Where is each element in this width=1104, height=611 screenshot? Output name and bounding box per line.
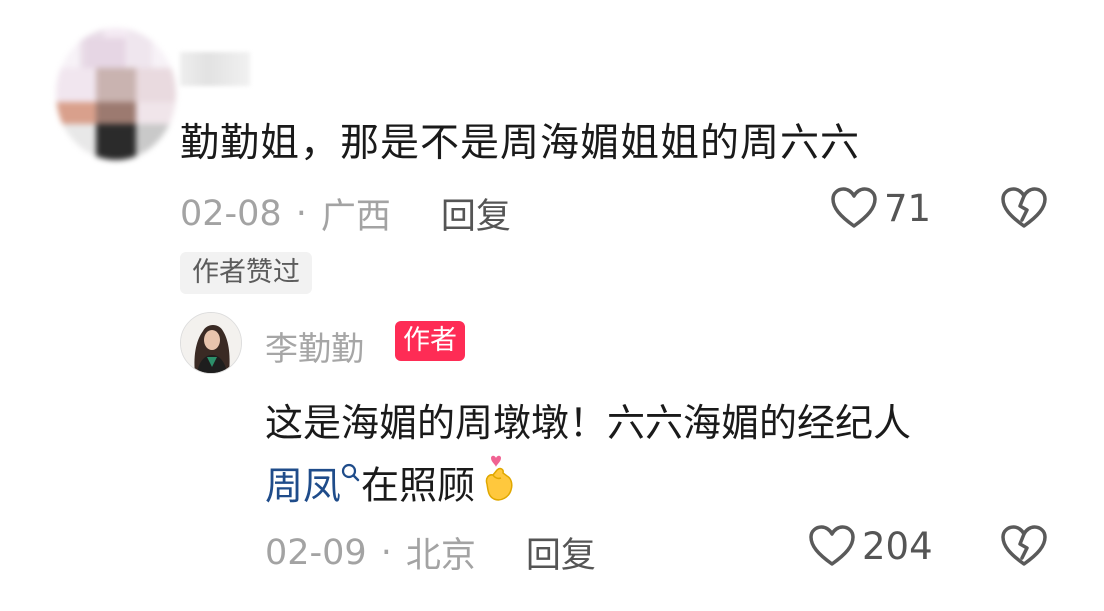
like-count: 71 [884, 186, 932, 230]
heart-outline-icon [809, 525, 855, 566]
meta-separator: · [380, 532, 392, 573]
author-avatar[interactable] [180, 312, 242, 374]
reply-date: 02-09 [265, 532, 367, 573]
author-badge: 作者 [395, 321, 465, 361]
broken-heart-icon [1001, 187, 1047, 228]
like-count: 204 [862, 524, 933, 568]
mention-text: 周凤 [265, 463, 342, 508]
reply-meta: 02-09 · 北京 回复 [265, 527, 596, 578]
heart-outline-icon [831, 187, 877, 228]
reply-location: 北京 [405, 536, 476, 576]
comment-meta: 02-08 · 广西 回复 [180, 188, 511, 239]
broken-heart-icon [1001, 525, 1047, 566]
reply-text-line2: 周凤 在照顾 [265, 454, 1055, 522]
like-button[interactable]: 71 [830, 186, 931, 230]
commenter-name-obscured[interactable] [180, 52, 250, 86]
commenter-avatar[interactable] [56, 28, 176, 160]
comment-date: 02-08 [180, 193, 282, 234]
author-username[interactable]: 李勤勤 [265, 322, 364, 370]
reply-text-line1: 这是海媚的周墩墩！六六海媚的经纪人 [265, 401, 912, 445]
reply-text: 这是海媚的周墩墩！六六海媚的经纪人 周凤 在照顾 [265, 392, 1055, 522]
comment-location: 广西 [320, 197, 391, 237]
author-avatar-image [181, 313, 241, 373]
mention-link[interactable]: 周凤 [265, 464, 361, 508]
reply-text-tail: 在照顾 [361, 463, 476, 508]
reply-button[interactable]: 回复 [441, 188, 511, 239]
comment-text: 勤勤姐，那是不是周海媚姐姐的周六六 [180, 121, 861, 166]
meta-separator: · [295, 193, 307, 234]
finger-heart-emoji [479, 454, 519, 522]
dislike-button[interactable] [1000, 186, 1048, 234]
reply-button[interactable]: 回复 [526, 527, 596, 578]
search-icon [341, 463, 360, 482]
author-liked-tag: 作者赞过 [180, 252, 312, 294]
like-button[interactable]: 204 [808, 524, 933, 568]
comment-thread: 勤勤姐，那是不是周海媚姐姐的周六六 02-08 · 广西 回复 71 作者赞过 … [0, 0, 1104, 611]
dislike-button[interactable] [1000, 524, 1048, 572]
